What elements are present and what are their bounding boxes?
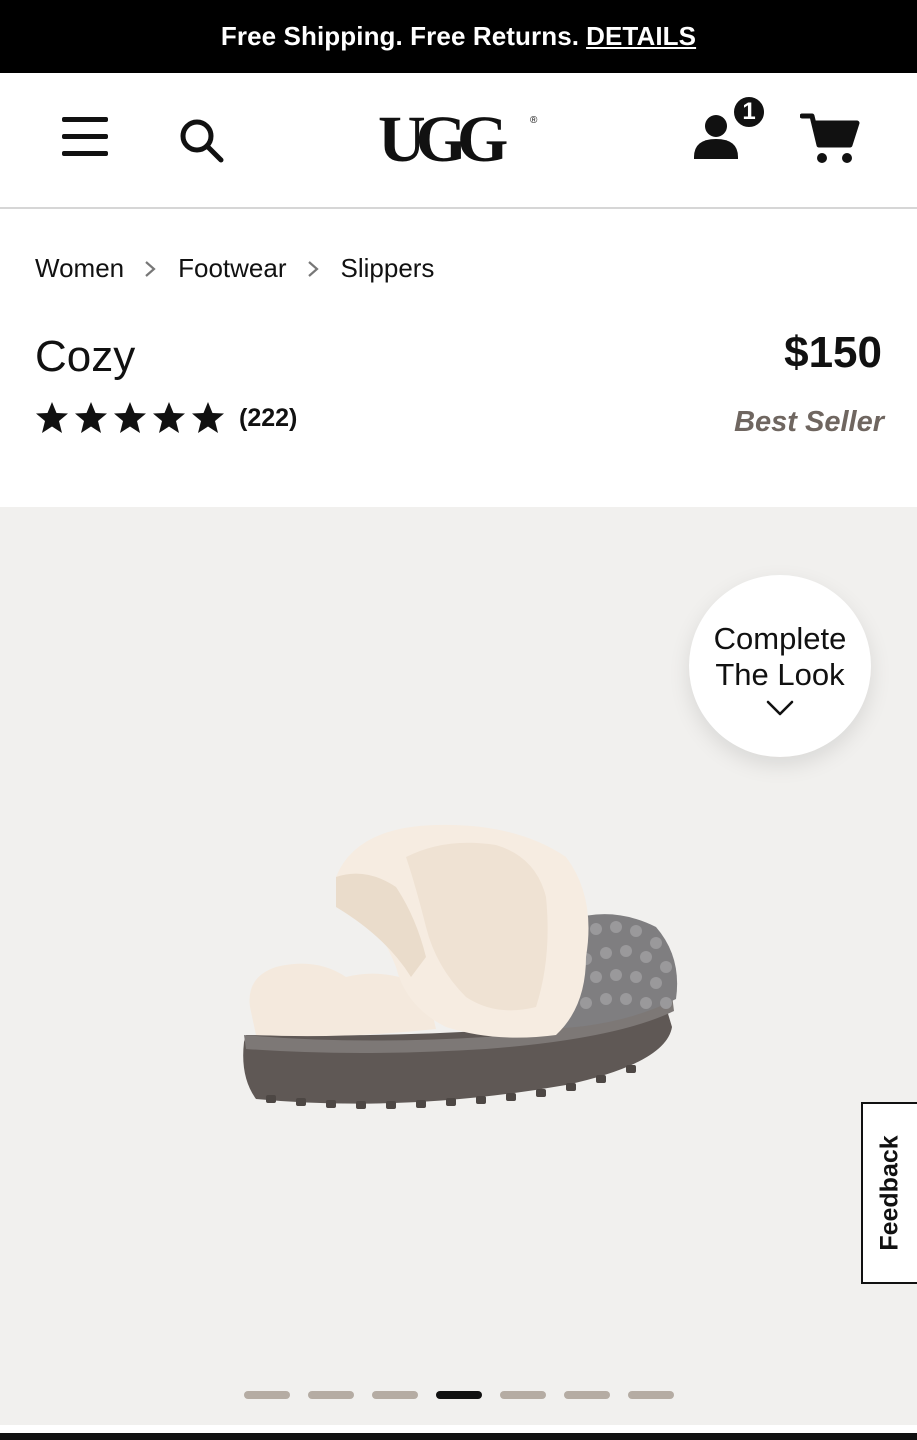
feedback-tab[interactable]: Feedback xyxy=(861,1102,917,1284)
chevron-right-icon xyxy=(145,261,156,277)
search-icon xyxy=(180,119,224,163)
breadcrumb: Women Footwear Slippers xyxy=(35,248,434,288)
star-icon xyxy=(75,402,107,433)
bottom-bar xyxy=(0,1433,917,1440)
carousel-dot[interactable] xyxy=(371,1391,418,1399)
product-rating[interactable]: (222) xyxy=(34,398,297,438)
breadcrumb-footwear[interactable]: Footwear xyxy=(178,253,286,284)
star-icon xyxy=(114,402,146,433)
site-header: UGG ® 1 xyxy=(0,73,917,209)
menu-icon-line xyxy=(62,134,108,139)
svg-text:®: ® xyxy=(530,115,538,126)
carousel-dot[interactable] xyxy=(307,1391,354,1399)
product-image-slipper xyxy=(243,824,678,1109)
star-icon xyxy=(36,402,68,433)
chevron-right-icon xyxy=(307,261,319,277)
promo-bar: Free Shipping. Free Returns. DETAILS xyxy=(0,0,917,73)
details-link[interactable]: DETAILS xyxy=(586,21,696,52)
best-seller-badge: Best Seller xyxy=(734,406,884,438)
carousel-dot[interactable] xyxy=(499,1391,546,1399)
feedback-label: Feedback xyxy=(875,1135,904,1251)
star-icon xyxy=(192,402,224,433)
logo-text: UGG xyxy=(378,103,507,176)
complete-the-look-button[interactable]: Complete The Look xyxy=(689,575,871,757)
ugg-logo[interactable]: UGG ® xyxy=(374,101,546,185)
star-icon xyxy=(153,402,185,433)
carousel-dot[interactable] xyxy=(627,1391,674,1399)
complete-the-look-label: Complete The Look xyxy=(713,621,847,692)
menu-icon-line xyxy=(62,117,108,122)
carousel-dot[interactable] xyxy=(563,1391,610,1399)
account-button[interactable]: 1 xyxy=(692,93,772,163)
product-gallery[interactable]: Complete The Look Feedback xyxy=(0,507,917,1425)
review-count: (222) xyxy=(239,403,298,432)
search-button[interactable] xyxy=(176,115,226,165)
carousel-dot[interactable] xyxy=(435,1391,482,1399)
chevron-down-icon xyxy=(766,700,794,716)
carousel-pagination xyxy=(0,1391,917,1401)
breadcrumb-slippers[interactable]: Slippers xyxy=(341,253,435,284)
rating-stars xyxy=(34,400,229,436)
menu-icon-line xyxy=(62,151,108,156)
product-price: $150 xyxy=(784,328,882,377)
breadcrumb-women[interactable]: Women xyxy=(35,253,124,284)
promo-text: Free Shipping. Free Returns. xyxy=(220,21,580,51)
product-title: Cozy xyxy=(35,332,136,381)
cart-icon xyxy=(799,113,860,163)
carousel-dot[interactable] xyxy=(243,1391,290,1399)
menu-button[interactable] xyxy=(58,113,112,161)
cart-button[interactable] xyxy=(799,111,862,167)
account-badge: 1 xyxy=(732,95,766,129)
